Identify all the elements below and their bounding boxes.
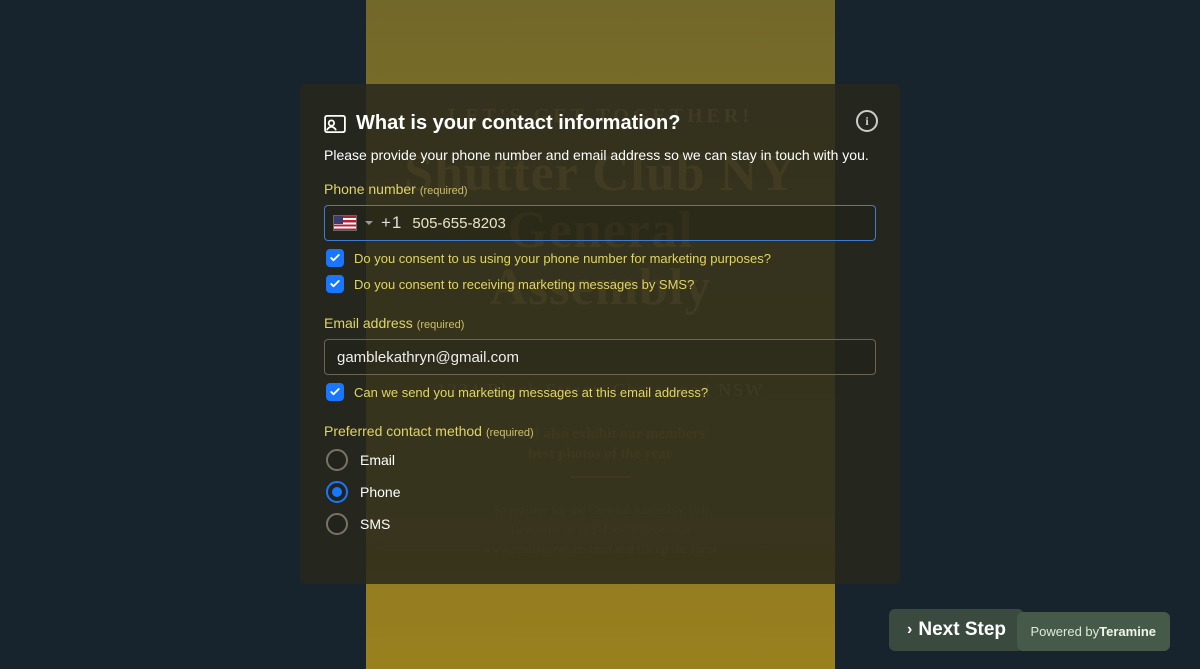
consent-email-label: Can we send you marketing messages at th… (354, 385, 708, 400)
checkbox-phone-marketing[interactable] (326, 249, 344, 267)
phone-prefix: +1 (381, 213, 402, 233)
country-dropdown-caret-icon[interactable] (365, 221, 373, 225)
radio-email-label: Email (360, 452, 395, 468)
powered-by-badge[interactable]: Powered byTeramine (1017, 612, 1171, 651)
chevron-right-icon: › (907, 621, 912, 639)
radio-phone-label: Phone (360, 484, 400, 500)
preferred-contact-label: Preferred contact method(required) (324, 423, 876, 439)
info-icon[interactable]: i (856, 110, 878, 132)
email-input-wrap[interactable] (324, 339, 876, 375)
radio-sms-label: SMS (360, 516, 390, 532)
next-step-label: Next Step (918, 619, 1006, 641)
email-input[interactable] (335, 348, 865, 367)
radio-email[interactable] (326, 449, 348, 471)
email-label: Email address(required) (324, 315, 876, 331)
phone-input[interactable] (410, 214, 867, 233)
contact-info-modal: What is your contact information? i Plea… (300, 84, 900, 584)
next-step-button[interactable]: › Next Step (889, 609, 1024, 651)
radio-phone[interactable] (326, 481, 348, 503)
contact-card-icon (324, 115, 346, 133)
checkbox-sms-consent[interactable] (326, 275, 344, 293)
flag-us-icon[interactable] (333, 215, 357, 231)
modal-description: Please provide your phone number and ema… (324, 147, 876, 163)
modal-title: What is your contact information? (356, 112, 680, 135)
radio-sms[interactable] (326, 513, 348, 535)
consent-phone-marketing-label: Do you consent to us using your phone nu… (354, 251, 771, 266)
consent-sms-label: Do you consent to receiving marketing me… (354, 277, 694, 292)
phone-input-wrap[interactable]: +1 (324, 205, 876, 241)
phone-label: Phone number(required) (324, 181, 876, 197)
checkbox-email-consent[interactable] (326, 383, 344, 401)
